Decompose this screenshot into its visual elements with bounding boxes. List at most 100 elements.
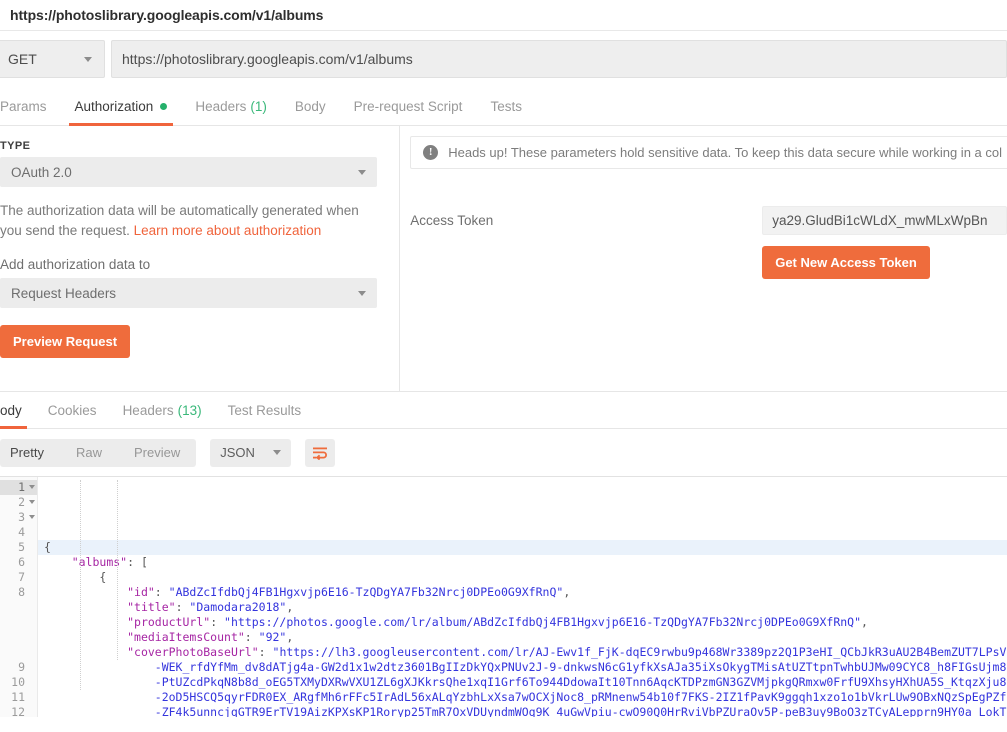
line-number: 11 [11, 690, 25, 704]
response-toolbar: Pretty Raw Preview JSON [0, 429, 1007, 476]
page-title: https://photoslibrary.googleapis.com/v1/… [10, 7, 324, 23]
request-tab-label: Headers [195, 98, 247, 114]
add-auth-data-label: Add authorization data to [0, 257, 151, 272]
sensitive-data-message: Heads up! These parameters hold sensitiv… [448, 145, 1002, 160]
response-tab-ody[interactable]: ody [0, 392, 35, 429]
request-tab-pre-request-script[interactable]: Pre-request Script [340, 87, 477, 125]
line-number [0, 600, 37, 615]
add-auth-data-select[interactable]: Request Headers [0, 278, 378, 308]
access-token-input[interactable]: ya29.GludBi1cWLdX_mwMLxWpBn [762, 206, 1007, 235]
request-tab-headers[interactable]: Headers (1) [181, 87, 281, 125]
view-mode-raw[interactable]: Raw [60, 439, 118, 467]
code-line: "title": "Damodara2018", [38, 600, 1007, 615]
code-token-v: "https://photos.google.com/lr/album/ABdZ… [224, 615, 862, 629]
auth-type-value: OAuth 2.0 [11, 164, 72, 180]
code-token-p [44, 585, 127, 599]
code-line: -ZF4k5unncjqGTR9ErTV19AizKPXsKP1Roryp25T… [38, 705, 1007, 717]
request-tab-label: Pre-request Script [353, 98, 463, 114]
chevron-down-icon [272, 450, 281, 455]
code-token-p: , [286, 630, 294, 644]
line-number: 2 [0, 495, 37, 510]
code-token-k: "mediaItemsCount" [127, 630, 245, 644]
code-line: { [38, 570, 1007, 585]
code-token-k: "id" [127, 585, 155, 599]
line-number: 10 [11, 675, 25, 689]
http-method-value: GET [8, 51, 37, 67]
indent-guide [80, 480, 82, 690]
request-tab-params[interactable]: Params [0, 87, 61, 125]
url-bar: GET https://photoslibrary.googleapis.com… [0, 31, 1007, 87]
line-number: 3 [0, 510, 37, 525]
code-token-p [44, 615, 127, 629]
authorization-token-column: ! Heads up! These parameters hold sensit… [400, 126, 1007, 391]
word-wrap-toggle-button[interactable] [304, 438, 335, 467]
response-tab-headers[interactable]: Headers (13) [110, 392, 215, 428]
fold-toggle-icon[interactable] [29, 485, 35, 489]
code-token-p: : [175, 600, 190, 614]
request-title-bar: https://photoslibrary.googleapis.com/v1/… [0, 0, 1007, 31]
fold-toggle-icon[interactable] [29, 500, 35, 504]
request-tab-tests[interactable]: Tests [476, 87, 536, 125]
authorization-panel: TYPE OAuth 2.0 The authorization data wi… [0, 126, 1007, 392]
request-tab-label: Tests [490, 98, 522, 114]
code-token-k: "title" [127, 600, 176, 614]
preview-request-button[interactable]: Preview Request [0, 325, 131, 358]
code-line: "mediaItemsCount": "92", [38, 630, 1007, 645]
chevron-down-icon [84, 56, 92, 62]
access-token-controls: ya29.GludBi1cWLdX_mwMLxWpBn Get New Acce… [762, 206, 1007, 279]
fold-toggle-icon[interactable] [29, 515, 35, 519]
code-token-p: : [244, 630, 259, 644]
line-number [0, 615, 37, 630]
http-method-select[interactable]: GET [0, 40, 105, 78]
response-tab-label: ody [0, 402, 22, 418]
code-token-p [44, 630, 127, 644]
word-wrap-icon [312, 447, 327, 460]
learn-more-link[interactable]: Learn more about authorization [134, 223, 322, 238]
info-icon: ! [423, 145, 439, 160]
url-input[interactable]: https://photoslibrary.googleapis.com/v1/… [111, 40, 1007, 78]
code-token-p: , [563, 585, 571, 599]
view-mode-preview[interactable]: Preview [118, 439, 196, 467]
code-line: -WEK_rfdYfMm_dv8dATjg4a-GW2d1x1w2dtz3601… [38, 660, 1007, 675]
request-tab-label: Params [0, 98, 47, 114]
response-body-code[interactable]: { "albums": [ { "id": "ABdZcIfdbQj4FB1Hg… [38, 477, 1007, 717]
response-format-select[interactable]: JSON [210, 438, 291, 467]
url-input-value: https://photoslibrary.googleapis.com/v1/… [122, 51, 413, 67]
response-tabs: ody Cookies Headers (13) Test Results [0, 392, 1007, 429]
indent-guide [117, 480, 119, 660]
code-token-p: : [210, 615, 225, 629]
add-auth-data-value: Request Headers [11, 285, 117, 301]
access-token-value: ya29.GludBi1cWLdX_mwMLxWpBn [772, 213, 988, 228]
code-token-v: -PtUZcdPkqN8b8d_oEG5TXMyDXRwVXU1ZL6gXJKk… [44, 675, 1007, 689]
line-number [0, 645, 37, 660]
code-line: "id": "ABdZcIfdbQj4FB1Hgxvjp6E16-TzQDgYA… [38, 585, 1007, 600]
auth-type-select[interactable]: OAuth 2.0 [0, 157, 378, 187]
response-tab-test-results[interactable]: Test Results [215, 392, 315, 428]
code-token-p: { [44, 570, 107, 584]
code-token-p [44, 645, 127, 659]
line-number: 9 [18, 660, 25, 674]
authorization-settings-column: TYPE OAuth 2.0 The authorization data wi… [0, 126, 401, 391]
line-number: 4 [18, 525, 25, 539]
response-body-viewer[interactable]: 1 2 3 4 5 6 7 8 9 10 11 12 { "albums": [ { "id": "A… [0, 476, 1007, 717]
request-tab-label: Body [294, 98, 326, 114]
response-tab-cookies[interactable]: Cookies [35, 392, 110, 428]
line-number-gutter: 1 2 3 4 5 6 7 8 9 10 11 12 [0, 477, 38, 717]
auth-type-label: TYPE [0, 140, 31, 152]
line-number: 8 [18, 585, 25, 599]
code-token-p: : [ [127, 555, 148, 569]
sensitive-data-banner: ! Heads up! These parameters hold sensit… [410, 136, 1007, 169]
code-token-p [44, 555, 72, 569]
code-line: { [38, 540, 1007, 555]
response-tab-count: (13) [177, 402, 202, 418]
view-mode-pretty[interactable]: Pretty [0, 439, 60, 467]
request-tab-body[interactable]: Body [281, 87, 340, 125]
line-number [0, 630, 37, 645]
code-token-p: , [286, 600, 294, 614]
chevron-down-icon [358, 290, 367, 296]
request-tab-authorization[interactable]: Authorization [61, 87, 182, 126]
code-token-v: -ZF4k5unncjqGTR9ErTV19AizKPXsKP1Roryp25T… [44, 705, 1007, 717]
code-token-v: "https://lh3.googleusercontent.com/lr/AJ… [272, 645, 1007, 659]
response-view-mode-group: Pretty Raw Preview [0, 438, 197, 467]
get-new-access-token-button[interactable]: Get New Access Token [762, 246, 930, 279]
